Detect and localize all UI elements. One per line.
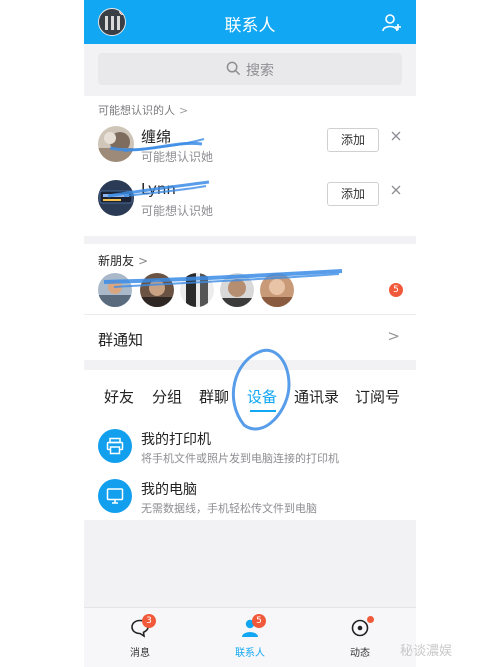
device-printer[interactable]: 我的打印机 将手机文件或照片发到电脑连接的打印机: [84, 420, 416, 470]
nav-label: 联系人: [235, 648, 265, 659]
screenshot-frame: 联系人 搜索 可能想认识的人 > 缠绵 可能想认识她 添加 Lynn 可能想认识…: [0, 0, 500, 667]
search-input[interactable]: 搜索: [98, 53, 402, 85]
tab-group-chats[interactable]: 群聊: [199, 386, 229, 407]
chevron-right-icon: >: [138, 254, 149, 268]
tab-friends[interactable]: 好友: [104, 386, 134, 407]
close-icon[interactable]: [390, 184, 402, 196]
active-tab-indicator: [250, 410, 276, 412]
recommend-person[interactable]: Lynn 可能想认识她 添加: [84, 172, 416, 226]
chevron-right-icon: >: [179, 104, 189, 117]
avatar: [220, 273, 254, 307]
avatar: [98, 126, 134, 162]
group-notice-row[interactable]: 群通知 >: [84, 314, 416, 360]
add-friend-button[interactable]: 添加: [327, 182, 379, 206]
person-subtitle: 可能想认识她: [141, 150, 214, 164]
device-computer[interactable]: 我的电脑 无需数据线，手机轻松传文件到电脑: [84, 470, 416, 520]
add-user-icon[interactable]: [382, 13, 402, 33]
tab-address-book[interactable]: 通讯录: [294, 386, 339, 407]
nav-contacts[interactable]: 5 联系人: [220, 614, 280, 664]
add-friend-button[interactable]: 添加: [327, 128, 379, 152]
printer-icon: [98, 429, 132, 463]
recommend-title[interactable]: 可能想认识的人 >: [98, 102, 188, 118]
person-subtitle: 可能想认识她: [141, 204, 214, 218]
watermark: 秘谈濃娱: [400, 644, 453, 659]
person-name: 缠绵: [141, 128, 172, 146]
top-header: 联系人: [84, 0, 416, 44]
device-name: 我的打印机: [141, 432, 211, 448]
recommend-section: 可能想认识的人 > 缠绵 可能想认识她 添加 Lynn 可能想认识她 添加: [84, 96, 416, 236]
recommend-title-label: 可能想认识的人: [98, 104, 175, 117]
avatar: [180, 273, 214, 307]
search-placeholder: 搜索: [246, 63, 274, 79]
new-friends-label: 新朋友: [98, 254, 135, 268]
device-description: 将手机文件或照片发到电脑连接的打印机: [141, 452, 339, 465]
nav-label: 消息: [130, 648, 150, 659]
search-bar: 搜索: [84, 44, 416, 96]
chevron-right-icon: >: [387, 327, 400, 345]
new-friends-badge: 5: [389, 283, 403, 297]
contact-tabs: 好友 分组 群聊 设备 通讯录 订阅号: [84, 370, 416, 420]
tab-groups[interactable]: 分组: [152, 386, 182, 407]
group-notice-label: 群通知: [98, 331, 144, 349]
avatar: [140, 273, 174, 307]
activity-dot: [367, 616, 374, 623]
page-title: 联系人: [224, 16, 276, 36]
search-icon: [226, 61, 241, 76]
tab-devices[interactable]: 设备: [247, 386, 277, 407]
avatar: [260, 273, 294, 307]
tab-subscriptions[interactable]: 订阅号: [355, 386, 400, 407]
device-description: 无需数据线，手机轻松传文件到电脑: [141, 502, 317, 515]
nav-label: 动态: [350, 648, 370, 659]
new-friends-section[interactable]: 新朋友 > 5: [84, 236, 416, 314]
bottom-nav: 3 消息 5 联系人 动态: [84, 607, 416, 667]
new-friends-title: 新朋友 >: [98, 252, 148, 269]
computer-icon: [98, 479, 132, 513]
avatar: [98, 180, 134, 216]
messages-badge: 3: [142, 614, 156, 628]
phone-screen: 联系人 搜索 可能想认识的人 > 缠绵 可能想认识她 添加 Lynn 可能想认识…: [84, 0, 416, 667]
person-name: Lynn: [141, 180, 176, 198]
nav-activity[interactable]: 动态: [330, 616, 390, 664]
avatar: [98, 273, 132, 307]
close-icon[interactable]: [390, 130, 402, 142]
contacts-badge: 5: [252, 614, 266, 628]
device-name: 我的电脑: [141, 482, 197, 498]
recommend-person[interactable]: 缠绵 可能想认识她 添加: [84, 118, 416, 172]
nav-messages[interactable]: 3 消息: [110, 614, 170, 664]
